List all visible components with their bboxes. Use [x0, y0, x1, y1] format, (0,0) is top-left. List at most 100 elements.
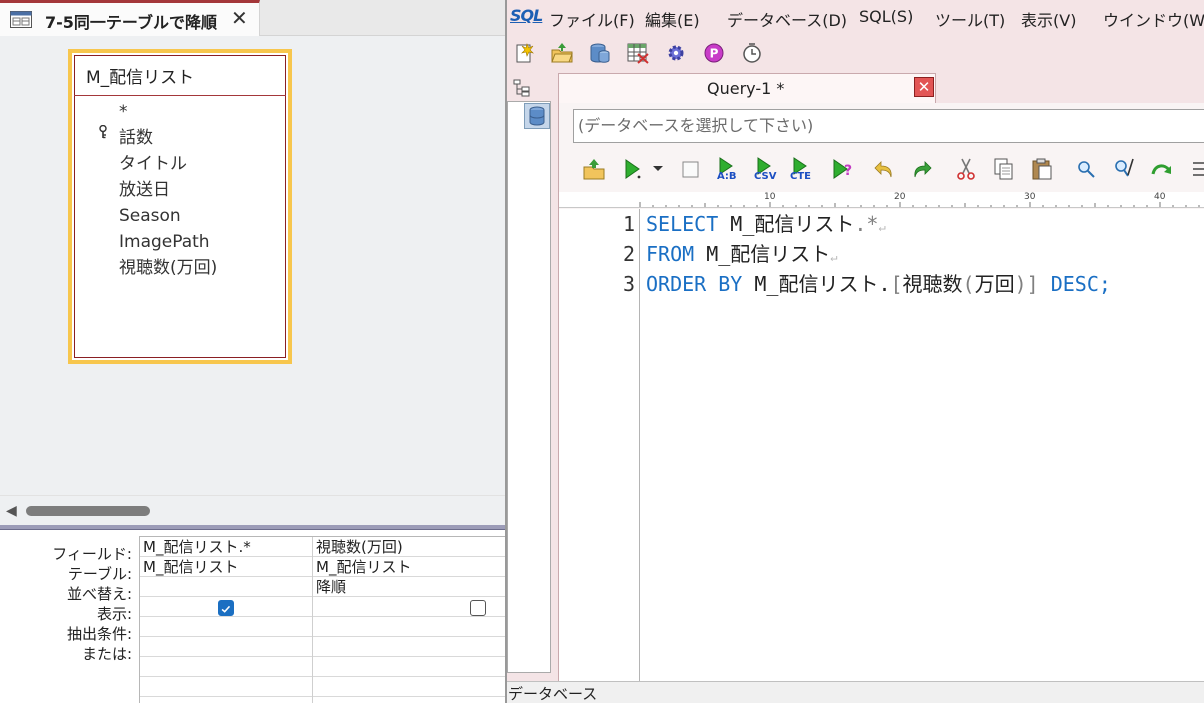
menu-sql[interactable]: SQL(S) [859, 7, 913, 26]
grid-cell-empty[interactable] [140, 677, 312, 697]
grid-cell-table[interactable]: M_配信リスト [140, 557, 312, 577]
ruler-ticks [639, 202, 1200, 207]
redo-icon[interactable] [909, 156, 935, 182]
new-query-icon[interactable] [512, 41, 536, 65]
field-item-all[interactable]: * [119, 99, 217, 125]
grid-cell-or[interactable] [140, 637, 312, 657]
export-csv-button[interactable]: CSV [753, 156, 779, 182]
tree-view-icon[interactable] [512, 77, 532, 97]
database-icon[interactable] [588, 41, 612, 65]
sql-keyword: ORDER BY [646, 272, 743, 296]
grid-cell-field[interactable]: 視聴数(万回) [313, 537, 506, 557]
table-title-divider [74, 95, 286, 96]
database-icon [529, 106, 545, 126]
field-item-episode[interactable]: 話数 [119, 125, 217, 151]
find-replace-icon[interactable] [1111, 156, 1137, 182]
csv-label: CSV [754, 171, 777, 182]
scroll-left-arrow-icon[interactable]: ◀ [6, 503, 17, 519]
sql-editor-window: SQL ファイル(F) 編集(E) データベース(D) SQL(S) ツール(T… [505, 0, 1204, 703]
primary-key-icon [99, 125, 107, 139]
show-checkbox-checked[interactable] [218, 600, 234, 616]
execute-cte-button[interactable]: CTE [789, 156, 815, 182]
cut-scissors-icon[interactable] [953, 156, 979, 182]
grid-cell-sort[interactable] [140, 577, 312, 597]
search-icon[interactable] [1073, 156, 1099, 182]
sql-paren: ( [962, 272, 975, 296]
grid-cell-empty[interactable] [140, 657, 312, 677]
copy-icon[interactable] [991, 156, 1017, 182]
menu-file[interactable]: ファイル(F) [549, 7, 635, 31]
field-item-season[interactable]: Season [119, 203, 217, 229]
grid-cell-empty[interactable] [313, 677, 506, 697]
menu-view[interactable]: 表示(V) [1021, 7, 1076, 31]
query-document-tab[interactable]: 7-5同一テーブルで降順 ✕ [0, 0, 260, 36]
close-icon[interactable]: ✕ [231, 6, 248, 30]
execute-to-grid-button[interactable]: A:B [715, 156, 741, 182]
history-clock-icon[interactable] [740, 41, 764, 65]
open-file-icon[interactable] [581, 156, 607, 182]
sql-keyword: FROM [646, 242, 695, 266]
menu-database[interactable]: データベース(D) [727, 7, 847, 31]
ruler-mark-10: 10 [764, 192, 776, 202]
grid-cell-criteria[interactable] [140, 617, 312, 637]
paste-clipboard-icon[interactable] [1029, 156, 1055, 182]
query-tab[interactable]: Query-1 * ✕ [558, 73, 936, 103]
grid-cell-sort[interactable]: 降順 [313, 577, 506, 597]
sql-bracket: [ [890, 272, 903, 296]
open-folder-icon[interactable] [550, 41, 574, 65]
code-line-1: SELECT M_配信リスト.*↵ [646, 209, 886, 239]
menu-window[interactable]: ウインドウ(W) [1103, 7, 1204, 31]
query-design-area: M_配信リスト * 話数 タイトル 放送日 Season ImagePath 視… [0, 36, 505, 495]
horizontal-scrollbar[interactable]: ◀ [0, 495, 505, 525]
list-menu-icon[interactable] [1189, 156, 1204, 182]
grid-cell-or[interactable] [313, 637, 506, 657]
row-label-field: フィールド: [52, 545, 132, 563]
sql-identifier: M_配信リスト [718, 212, 855, 236]
undo-icon[interactable] [871, 156, 897, 182]
grid-cell-show[interactable] [140, 597, 312, 617]
sql-app-logo: SQL [510, 6, 543, 25]
table-field-list-box[interactable]: M_配信リスト * 話数 タイトル 放送日 Season ImagePath 視… [68, 49, 292, 364]
scroll-thumb[interactable] [26, 506, 150, 516]
menu-edit[interactable]: 編集(E) [645, 7, 700, 31]
grid-cell-empty[interactable] [313, 657, 506, 677]
query-design-icon [10, 11, 32, 28]
sql-wildcard: .* [854, 212, 879, 236]
field-item-airdate[interactable]: 放送日 [119, 177, 217, 203]
grid-cell-table[interactable]: M_配信リスト [313, 557, 506, 577]
stop-icon[interactable] [677, 156, 703, 182]
grid-cell-criteria[interactable] [313, 617, 506, 637]
sql-column-unit: 万回 [974, 272, 1015, 296]
sql-code-editor[interactable]: 1 2 3 SELECT M_配信リスト.*↵ FROM M_配信リスト↵ OR… [559, 209, 1204, 703]
query-editor-panel: (データベースを選択して下さい) A:B CSV CTE ? 10 20 30 … [558, 103, 1204, 703]
row-label-table: テーブル: [67, 565, 132, 583]
row-label-or: または: [81, 645, 132, 663]
menu-tools[interactable]: ツール(T) [935, 7, 1005, 31]
row-label-sort: 並べ替え: [66, 585, 132, 603]
table-name: M_配信リスト [86, 68, 195, 88]
screen: 7-5同一テーブルで降順 ✕ M_配信リスト * 話数 タイトル 放送日 Sea… [0, 0, 1204, 703]
explain-button[interactable]: ? [829, 156, 855, 182]
go-to-line-icon[interactable] [1149, 156, 1175, 182]
table-grid-icon[interactable] [626, 41, 650, 65]
field-item-views[interactable]: 視聴数(万回) [119, 255, 217, 281]
object-browser-panel[interactable] [507, 101, 551, 673]
query-tab-title: Query-1 * [707, 79, 785, 98]
show-checkbox-unchecked[interactable] [470, 600, 486, 616]
grid-cell-show[interactable] [313, 597, 506, 617]
field-item-title[interactable]: タイトル [119, 151, 217, 177]
ruler-mark-40: 40 [1154, 192, 1166, 202]
menu-bar: SQL ファイル(F) 編集(E) データベース(D) SQL(S) ツール(T… [507, 0, 1204, 35]
close-icon[interactable]: ✕ [914, 77, 934, 97]
grid-cell-field[interactable]: M_配信リスト.* [140, 537, 312, 557]
code-line-2: FROM M_配信リスト↵ [646, 239, 838, 269]
field-item-imagepath[interactable]: ImagePath [119, 229, 217, 255]
sql-keyword: DESC [1038, 272, 1099, 296]
procedure-icon[interactable]: P [702, 41, 726, 65]
database-select[interactable]: (データベースを選択して下さい) [573, 109, 1204, 143]
chevron-down-icon[interactable] [645, 156, 671, 182]
selected-database-node[interactable] [524, 103, 550, 129]
execute-play-icon[interactable] [621, 156, 647, 182]
gear-icon[interactable] [664, 41, 688, 65]
sql-identifier: M_配信リスト [694, 242, 831, 266]
